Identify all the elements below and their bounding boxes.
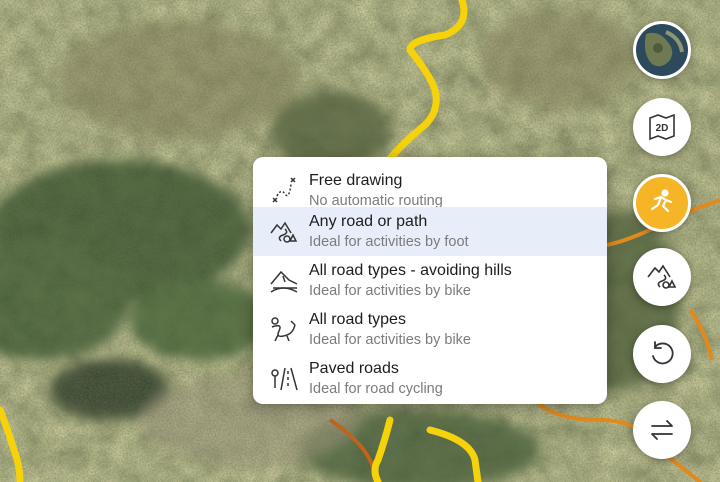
menu-item-subtitle: Ideal for activities by foot: [309, 234, 469, 250]
all-roads-icon: [269, 315, 299, 345]
undo-button[interactable]: [633, 325, 691, 383]
2d-view-icon: 2D: [649, 113, 675, 141]
menu-item-all-roads[interactable]: All road types Ideal for activities by b…: [253, 305, 607, 354]
menu-item-title: Free drawing: [309, 172, 403, 189]
route-type-icon: [647, 264, 677, 289]
menu-item-title: Any road or path: [309, 213, 428, 230]
menu-item-any-road[interactable]: Any road or path Ideal for activities by…: [253, 207, 607, 256]
menu-item-paved-roads[interactable]: Paved roads Ideal for road cycling: [253, 354, 607, 403]
activity-running-button[interactable]: [633, 174, 691, 232]
view-2d-button[interactable]: 2D: [633, 98, 691, 156]
undo-icon: [652, 341, 674, 365]
menu-item-title: All road types - avoiding hills: [309, 262, 512, 279]
menu-item-subtitle: Ideal for activities by bike: [309, 332, 471, 348]
swap-direction-button[interactable]: [633, 401, 691, 459]
menu-item-title: Paved roads: [309, 360, 399, 377]
free-drawing-icon: [269, 176, 299, 206]
menu-item-avoid-hills[interactable]: All road types - avoiding hills Ideal fo…: [253, 256, 607, 305]
any-road-icon: [269, 217, 299, 247]
paved-road-icon: [269, 364, 299, 394]
menu-item-subtitle: Ideal for activities by bike: [309, 283, 471, 299]
view-toggle-label: 2D: [656, 123, 669, 134]
menu-item-title: All road types: [309, 311, 406, 328]
map-layer-button[interactable]: [633, 21, 691, 79]
swap-icon: [651, 420, 673, 440]
routing-options-menu: Free drawing No automatic routing Any ro…: [253, 157, 607, 404]
map-layer-thumbnail-icon: [636, 24, 688, 76]
menu-item-subtitle: Ideal for road cycling: [309, 381, 443, 397]
route-type-button[interactable]: [633, 248, 691, 306]
running-icon: [650, 189, 673, 213]
avoid-hills-icon: [269, 266, 299, 296]
